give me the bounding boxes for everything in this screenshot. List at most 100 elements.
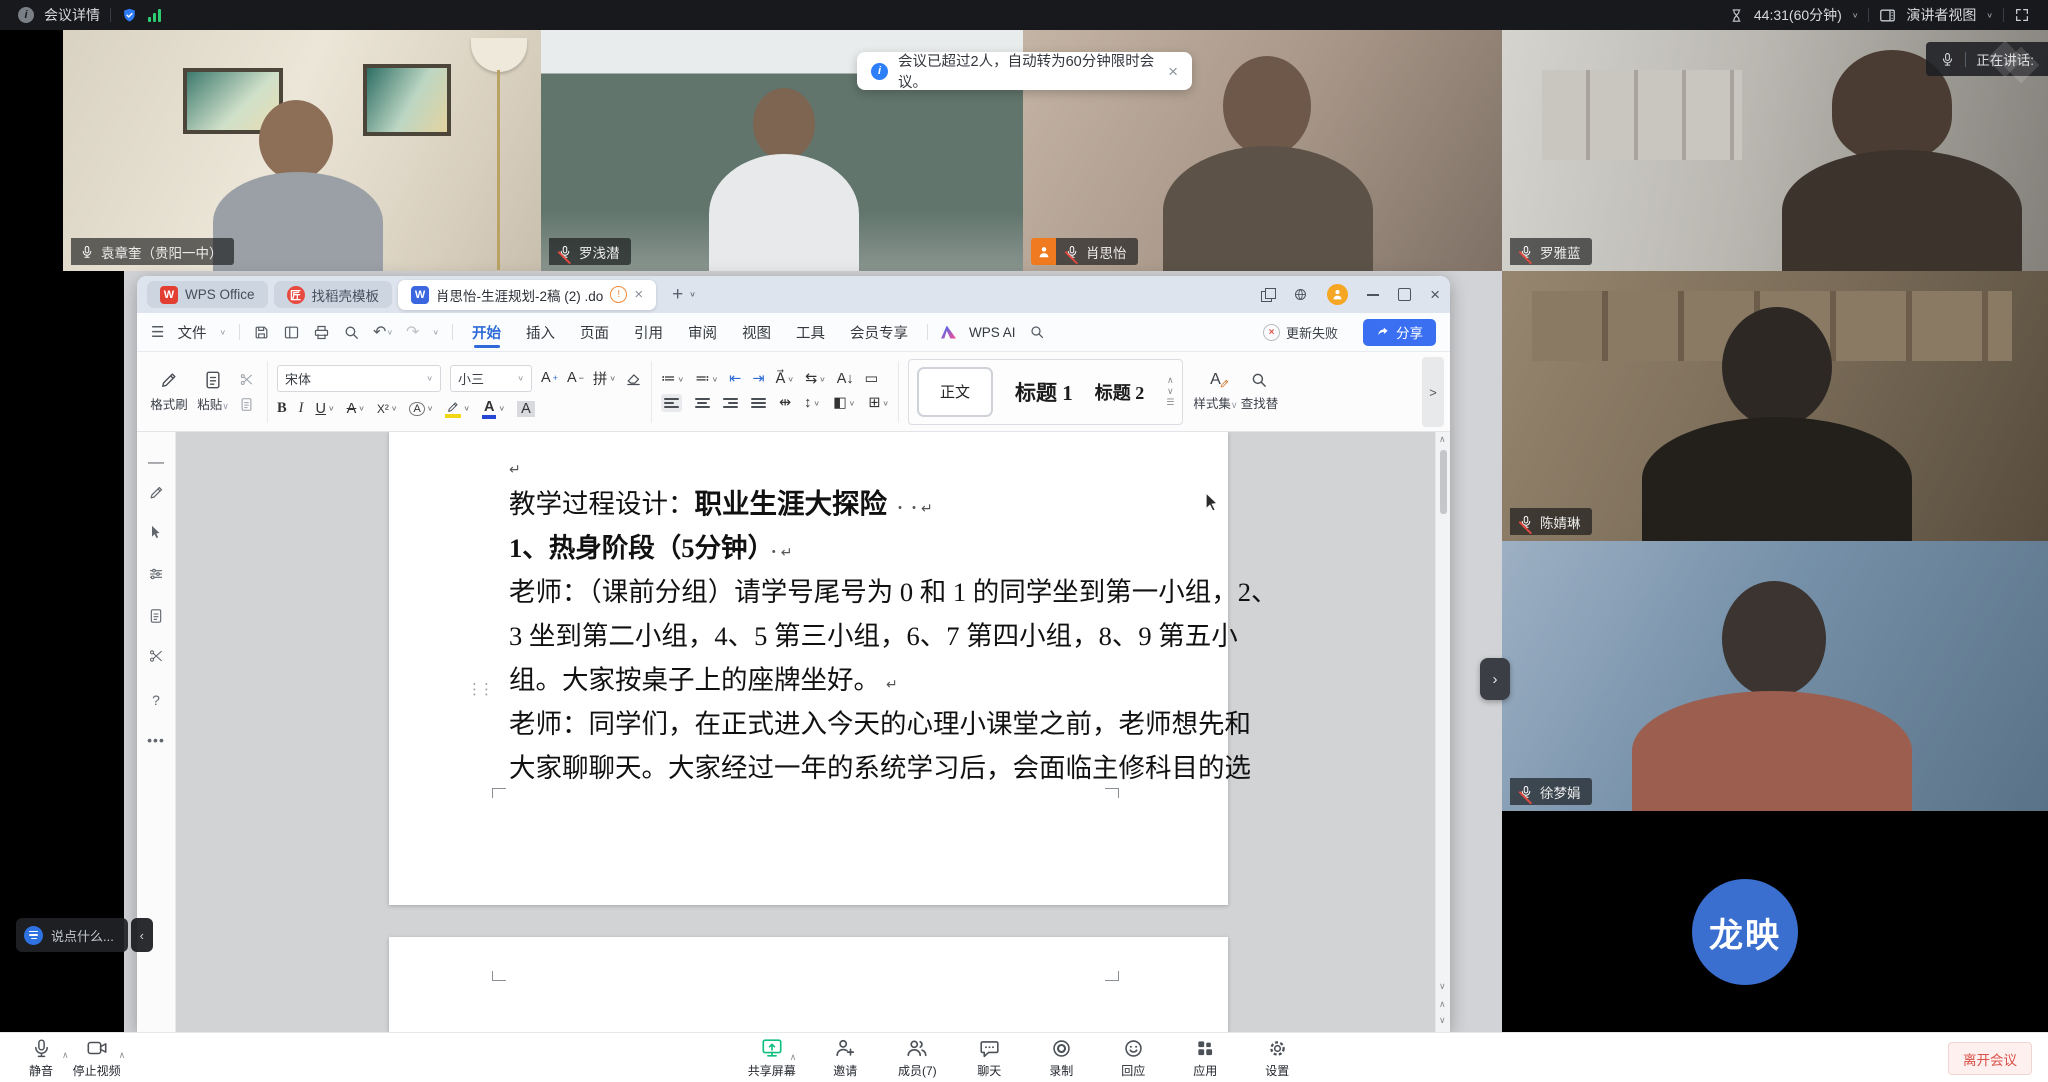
style-heading1[interactable]: 标题 1 bbox=[1015, 377, 1073, 407]
scroll-up-icon[interactable]: ∧ bbox=[1439, 434, 1446, 445]
justify-button[interactable] bbox=[751, 396, 766, 409]
menu-page[interactable]: 页面 bbox=[574, 313, 615, 351]
menu-insert[interactable]: 插入 bbox=[520, 313, 561, 351]
increase-font-button[interactable]: A+ bbox=[541, 370, 558, 386]
char-border-button[interactable]: A∨ bbox=[409, 402, 433, 416]
invite-button[interactable]: 邀请 bbox=[822, 1037, 868, 1079]
adjust-sliders-icon[interactable] bbox=[137, 566, 175, 582]
meeting-details-button[interactable]: 会议详情 bbox=[44, 5, 100, 25]
clear-format-button[interactable] bbox=[625, 370, 642, 387]
wps-ai-button[interactable]: WPS AI bbox=[969, 325, 1016, 340]
copy-button[interactable] bbox=[239, 397, 254, 412]
file-menu[interactable]: 文件 bbox=[177, 322, 206, 343]
close-window-button[interactable]: × bbox=[1430, 286, 1440, 303]
sort-button[interactable]: A↓ bbox=[837, 371, 854, 387]
timer-dropdown-icon[interactable]: ∨ bbox=[1852, 11, 1859, 20]
bullet-list-button[interactable]: ≔∨ bbox=[661, 371, 684, 387]
document-page-2[interactable] bbox=[389, 937, 1228, 1032]
share-options-icon[interactable]: ∧ bbox=[790, 1052, 797, 1063]
collapse-chat-button[interactable]: ‹ bbox=[131, 918, 153, 952]
search-icon[interactable] bbox=[1029, 324, 1045, 340]
quick-chat-input[interactable]: 说点什么... bbox=[16, 918, 128, 952]
view-dropdown-icon[interactable]: ∨ bbox=[1986, 11, 1993, 20]
new-tab-button[interactable]: + bbox=[672, 284, 683, 306]
maximize-button[interactable] bbox=[1398, 288, 1411, 301]
apps-button[interactable]: 应用 bbox=[1182, 1037, 1228, 1079]
print-button[interactable] bbox=[313, 324, 330, 341]
fullscreen-button[interactable] bbox=[2014, 7, 2030, 23]
menu-home[interactable]: 开始 bbox=[466, 313, 507, 351]
decrease-font-button[interactable]: A− bbox=[567, 370, 584, 386]
char-shading-button[interactable]: A bbox=[517, 401, 535, 417]
tab-document-active[interactable]: W 肖思怡-生涯规划-2稿 (2) .do ! × bbox=[398, 280, 656, 310]
panel-toggle-button[interactable] bbox=[283, 324, 300, 341]
increase-indent-button[interactable]: ⇥ bbox=[752, 371, 764, 387]
line-spacing-button[interactable]: ↕∨ bbox=[804, 395, 820, 411]
shading-button[interactable]: ◧∨ bbox=[833, 395, 855, 411]
superscript-button[interactable]: X²∨ bbox=[377, 402, 398, 416]
account-avatar[interactable] bbox=[1327, 284, 1348, 305]
redo-button[interactable]: ↷ bbox=[406, 322, 419, 342]
file-dropdown-icon[interactable]: ∨ bbox=[219, 328, 226, 337]
banner-close-icon[interactable]: × bbox=[1168, 63, 1178, 80]
settings-button[interactable]: 设置 bbox=[1254, 1037, 1300, 1079]
record-button[interactable]: 录制 bbox=[1038, 1037, 1084, 1079]
tab-list-dropdown-icon[interactable]: ∨ bbox=[689, 290, 696, 299]
menu-view[interactable]: 视图 bbox=[736, 313, 777, 351]
border-button[interactable]: ⊞∨ bbox=[868, 395, 889, 411]
security-shield-icon[interactable] bbox=[121, 7, 138, 24]
document-page-1[interactable]: ↵ 教学过程设计：职业生涯大探险・・↵ 1、热身阶段（5分钟）・↵ 老师：（课前… bbox=[389, 432, 1228, 905]
underline-button[interactable]: U∨ bbox=[316, 401, 335, 417]
scrollbar-thumb[interactable] bbox=[1440, 450, 1447, 514]
share-screen-button[interactable]: 共享屏幕 bbox=[748, 1037, 796, 1079]
collapse-icon[interactable]: — bbox=[137, 454, 175, 472]
chat-button[interactable]: 聊天 bbox=[966, 1037, 1012, 1079]
video-tile-right-4[interactable]: 龙映 bbox=[1502, 811, 2048, 1032]
page-up-icon[interactable]: ∧ bbox=[1439, 999, 1446, 1010]
font-size-select[interactable]: 小三∨ bbox=[450, 365, 532, 392]
styles-more-icon[interactable]: ☰ bbox=[1166, 398, 1174, 407]
format-painter-button[interactable]: 格式刷 bbox=[147, 370, 191, 413]
menu-tools[interactable]: 工具 bbox=[790, 313, 831, 351]
paste-button[interactable]: 粘贴∨ bbox=[191, 370, 235, 413]
network-signal-icon[interactable] bbox=[148, 8, 161, 22]
menu-member[interactable]: 会员专享 bbox=[844, 313, 914, 351]
highlight-color-button[interactable]: ∨ bbox=[445, 400, 470, 418]
ruler-button[interactable]: ▭ bbox=[865, 371, 879, 387]
style-normal[interactable]: 正文 bbox=[917, 367, 993, 417]
view-mode-button[interactable]: 演讲者视图 bbox=[1906, 5, 1976, 25]
style-set-button[interactable]: A 样式集∨ bbox=[1193, 371, 1237, 412]
bold-button[interactable]: B bbox=[277, 400, 287, 417]
document-map-icon[interactable] bbox=[137, 608, 175, 624]
align-center-button[interactable] bbox=[695, 396, 710, 409]
update-failed-status[interactable]: × 更新失败 bbox=[1263, 323, 1338, 342]
decrease-indent-button[interactable]: ⇤ bbox=[729, 371, 741, 387]
cut-button[interactable] bbox=[239, 372, 254, 387]
select-cursor-icon[interactable] bbox=[137, 524, 175, 540]
video-tile-right-3[interactable]: 徐梦娟 bbox=[1502, 541, 2048, 812]
style-heading2[interactable]: 标题 2 bbox=[1095, 379, 1145, 405]
video-tile-1[interactable]: 袁章奎（贵阳一中） bbox=[63, 30, 542, 271]
tab-wps-home[interactable]: W WPS Office bbox=[147, 281, 268, 308]
ui-mode-icon[interactable] bbox=[1261, 288, 1274, 301]
scroll-down-icon[interactable]: ∨ bbox=[1439, 981, 1446, 992]
page-down-icon[interactable]: ∨ bbox=[1439, 1015, 1446, 1026]
hamburger-icon[interactable]: ☰ bbox=[151, 323, 164, 341]
styles-scroll-down-icon[interactable]: ∨ bbox=[1167, 387, 1174, 396]
paragraph-drag-handle[interactable]: ⋮⋮ bbox=[467, 680, 491, 698]
video-tile-right-2[interactable]: 陈婧琳 bbox=[1502, 271, 2048, 542]
undo-button[interactable]: ↶∨ bbox=[373, 322, 393, 342]
distribute-button[interactable]: ⇹ bbox=[779, 395, 791, 411]
cjk-layout-button[interactable]: ⇆∨ bbox=[805, 371, 826, 387]
quickbar-dropdown-icon[interactable]: ∨ bbox=[432, 328, 439, 337]
menu-review[interactable]: 审阅 bbox=[682, 313, 723, 351]
annotate-pen-icon[interactable] bbox=[137, 484, 175, 501]
print-preview-button[interactable] bbox=[343, 324, 360, 341]
members-button[interactable]: 成员(7) bbox=[894, 1037, 940, 1079]
strikethrough-button[interactable]: A∨ bbox=[347, 401, 365, 417]
screenshot-scissors-icon[interactable] bbox=[137, 648, 175, 664]
toolbar-expand-button[interactable]: > bbox=[1422, 357, 1444, 427]
find-replace-button[interactable]: 查找替 bbox=[1237, 371, 1281, 412]
numbered-list-button[interactable]: ≕∨ bbox=[695, 371, 718, 387]
video-tile-right-1[interactable]: 正在讲话: 罗雅蓝 bbox=[1502, 30, 2048, 272]
